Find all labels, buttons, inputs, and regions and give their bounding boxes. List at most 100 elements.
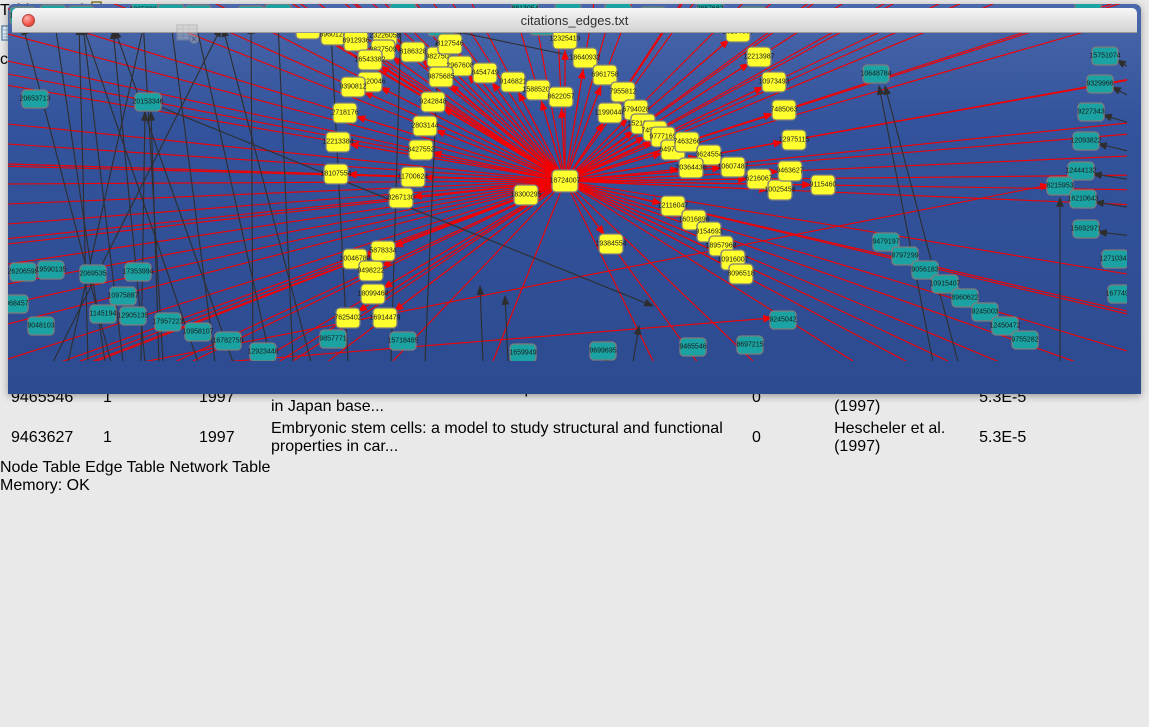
graph-node[interactable]: 10958107 [182,323,213,341]
graph-node[interactable]: 10648784 [860,65,891,83]
graph-node[interactable]: 12093822 [1070,132,1101,150]
graph-node[interactable]: 2069535 [79,265,106,283]
graph-node[interactable]: 8622057 [547,87,574,107]
graph-node[interactable]: 18107554 [320,164,351,184]
graph-node[interactable]: 15692971 [1070,220,1101,238]
graph-node[interactable]: 8427552 [407,140,434,160]
graph-node[interactable]: 11990448 [595,103,626,123]
svg-text:9875685: 9875685 [427,74,454,81]
tab-network-table[interactable]: Network Table [169,459,270,476]
graph-node[interactable]: 18724007 [549,170,580,192]
graph-node[interactable]: 16210643 [1067,190,1098,208]
graph-node[interactable]: 10607487 [717,157,748,177]
graph-node[interactable]: 8127546 [436,34,463,54]
graph-node[interactable]: 16914479 [369,308,400,328]
graph-node[interactable]: 12905135 [117,307,148,325]
graph-node[interactable]: 10973493 [758,72,789,92]
graph-node[interactable]: 8454749 [471,63,498,83]
graph-node[interactable]: 9390812 [339,77,366,97]
graph-node[interactable]: 9245042 [769,311,796,329]
svg-text:9115460: 9115460 [810,182,837,189]
graph-node[interactable]: 9242848 [419,92,446,112]
graph-node[interactable]: 7625402 [334,308,361,328]
close-window-button[interactable] [22,14,35,27]
svg-text:10975887: 10975887 [107,293,138,300]
svg-text:10958107: 10958107 [182,329,213,336]
graph-node[interactable]: 9465546 [679,338,706,356]
svg-text:6961758: 6961758 [591,72,618,79]
graph-node[interactable]: 9068457 [8,295,29,313]
graph-node[interactable]: 10025458 [764,180,795,200]
graph-node[interactable]: 18300295 [510,185,541,205]
graph-node[interactable]: 9875685 [427,67,454,87]
svg-text:9329966: 9329966 [1086,81,1113,88]
graph-node[interactable]: 9498222 [357,261,384,281]
graph-node[interactable]: 1145194 [90,305,117,323]
graph-node[interactable]: 8215953 [1046,177,1073,195]
graph-node[interactable]: 12975115 [779,130,810,150]
graph-node[interactable]: 19384554 [595,234,626,254]
svg-text:9390812: 9390812 [339,84,366,91]
tab-edge-table[interactable]: Edge Table [85,459,165,476]
svg-text:1145194: 1145194 [90,311,117,318]
graph-node[interactable]: 9463627 [776,161,803,181]
svg-text:20153346: 20153346 [132,99,163,106]
graph-node[interactable]: 16782759 [212,332,243,350]
svg-text:16774938: 16774938 [1105,291,1127,298]
svg-text:15692971: 15692971 [1070,226,1101,233]
graph-node[interactable]: 12710345 [1099,250,1127,268]
graph-node[interactable]: 8912936 [342,31,369,51]
graph-node[interactable]: 8697215 [736,336,763,354]
graph-node[interactable]: 2803144 [411,116,438,136]
graph-node[interactable]: 12923448 [247,343,278,361]
svg-text:8622057: 8622057 [547,94,574,101]
graph-node[interactable]: 5878334 [369,241,396,261]
graph-node[interactable]: 20364436 [675,158,706,178]
graph-node[interactable]: 8267130 [387,188,414,208]
graph-node[interactable]: 12213384 [322,132,353,152]
svg-text:9755282: 9755282 [1011,337,1038,344]
graph-node[interactable]: 17957223 [152,313,183,331]
graph-node[interactable]: 9048103 [27,317,54,335]
graph-node[interactable]: 12213987 [743,47,774,67]
svg-text:8215953: 8215953 [1046,183,1073,190]
graph-node[interactable]: 17353994 [122,263,153,281]
svg-text:12213987: 12213987 [743,54,774,61]
graph-node[interactable]: 9227343 [1077,103,1104,121]
graph-node[interactable]: 10975887 [107,287,138,305]
svg-text:18300295: 18300295 [510,192,541,199]
svg-text:20653713: 20653713 [19,96,50,103]
graph-node[interactable]: 26206595 [8,263,39,281]
graph-node[interactable]: 7485063 [770,100,797,120]
svg-text:8427552: 8427552 [407,147,434,154]
svg-text:8454749: 8454749 [471,70,498,77]
graph-node[interactable]: 20653713 [19,90,50,108]
zoom-window-button[interactable] [64,14,77,27]
svg-text:11990448: 11990448 [595,110,626,117]
graph-node[interactable]: 11700624 [398,167,429,187]
svg-text:9068457: 9068457 [8,301,29,308]
graph-node[interactable]: 9115460 [810,175,837,195]
graph-node[interactable]: 2718176 [331,103,358,123]
graph-node[interactable]: 1659949 [509,344,536,361]
graph-node[interactable]: 19590135 [35,261,66,279]
table-row[interactable]: 946362711997Embryonic stem cells: a mode… [2,419,1112,457]
graph-node[interactable]: 15718485 [387,332,418,350]
graph-node[interactable]: 20153346 [132,93,163,111]
graph-node[interactable]: 7955812 [609,82,636,102]
graph-node[interactable]: 9755282 [1011,331,1038,349]
network-canvas[interactable]: 1405572206914020691406188130410653287152… [8,4,1141,366]
svg-text:12923448: 12923448 [247,349,278,356]
graph-node[interactable]: 16543382 [354,50,385,70]
graph-node[interactable]: 15751074 [1089,47,1120,65]
graph-node[interactable]: 8096518 [727,264,754,284]
graph-node[interactable]: 9857771 [319,330,346,348]
tab-node-table[interactable]: Node Table [0,459,81,476]
svg-text:9245003: 9245003 [971,309,998,316]
graph-node[interactable]: 16774938 [1105,285,1127,303]
graph-node[interactable]: 9329966 [1086,75,1113,93]
graph-node[interactable]: 9699695 [589,342,616,360]
minimize-window-button[interactable] [43,14,56,27]
graph-node[interactable]: 18099468 [357,284,388,304]
graph-node[interactable]: 8186328 [399,42,426,62]
